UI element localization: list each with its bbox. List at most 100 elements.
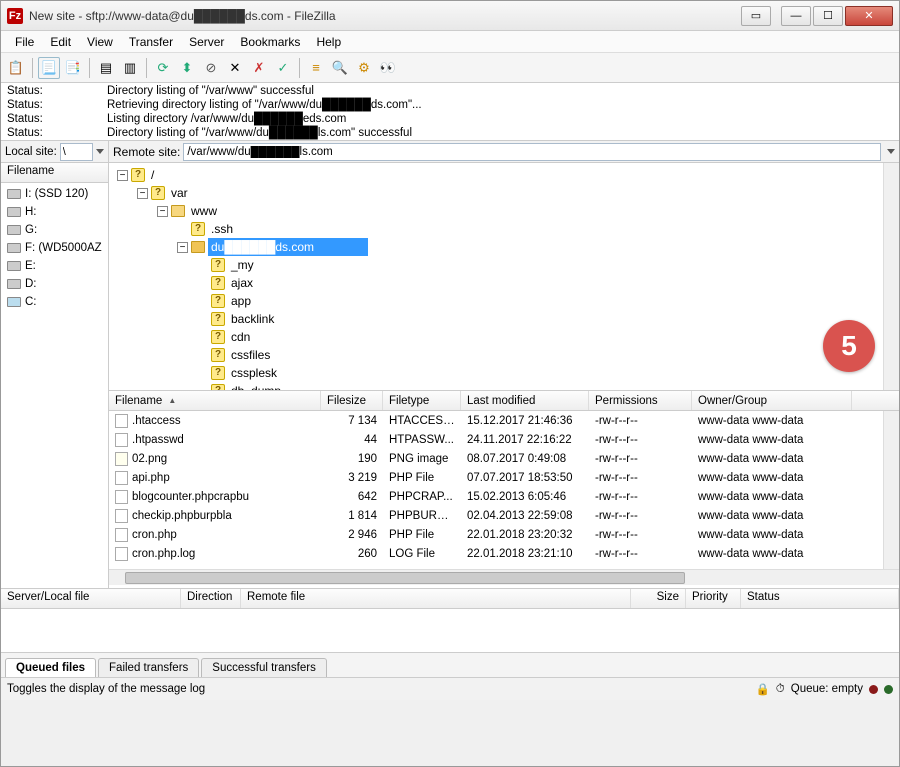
menu-edit[interactable]: Edit: [42, 33, 79, 51]
tree-collapse-icon[interactable]: −: [117, 170, 128, 181]
filelist-scrollbar[interactable]: [883, 411, 899, 572]
app-icon: Fz: [7, 8, 23, 24]
tree-node[interactable]: app: [228, 292, 254, 310]
status-label: Status:: [7, 112, 107, 126]
cancel-icon[interactable]: ⊘: [200, 57, 222, 79]
action-icon[interactable]: ✓: [272, 57, 294, 79]
file-permissions: -rw-r--r--: [589, 510, 692, 522]
menu-view[interactable]: View: [79, 33, 121, 51]
tree-node[interactable]: cssplesk: [228, 364, 280, 382]
dropdown-icon[interactable]: [96, 149, 104, 154]
tree-node[interactable]: cdn: [228, 328, 253, 346]
status-label: Status:: [7, 84, 107, 98]
tab-failed[interactable]: Failed transfers: [98, 658, 199, 677]
file-name: .htpasswd: [132, 434, 184, 446]
menu-help[interactable]: Help: [308, 33, 349, 51]
col-direction[interactable]: Direction: [181, 589, 241, 608]
menu-transfer[interactable]: Transfer: [121, 33, 181, 51]
tab-successful[interactable]: Successful transfers: [201, 658, 327, 677]
tree-node[interactable]: db_dump: [228, 382, 284, 391]
tree-node[interactable]: backlink: [228, 310, 277, 328]
file-owner: www-data www-data: [692, 491, 852, 503]
col-server-localfile[interactable]: Server/Local file: [1, 589, 181, 608]
filter-icon[interactable]: ≡: [305, 57, 327, 79]
toggle-log-icon[interactable]: 📃: [38, 57, 60, 79]
toggle-split-icon[interactable]: ▥: [119, 57, 141, 79]
file-row[interactable]: .htaccess7 134HTACCESS...15.12.2017 21:4…: [109, 411, 899, 430]
tree-node[interactable]: cssfiles: [228, 346, 273, 364]
process-queue-icon[interactable]: ⬍: [176, 57, 198, 79]
log-line: Retrieving directory listing of "/var/ww…: [107, 98, 422, 112]
drive-item[interactable]: G:: [1, 221, 108, 239]
col-modified[interactable]: Last modified: [461, 391, 589, 410]
local-path-input[interactable]: [60, 143, 93, 161]
menu-bookmarks[interactable]: Bookmarks: [232, 33, 308, 51]
drive-item[interactable]: I: (SSD 120): [1, 185, 108, 203]
col-permissions[interactable]: Permissions: [589, 391, 692, 410]
statusbar-text: Toggles the display of the message log: [7, 683, 205, 695]
tree-node[interactable]: www: [188, 202, 220, 220]
window-minimize-button[interactable]: —: [781, 6, 811, 26]
file-name: cron.php: [132, 529, 177, 541]
toggle-tree-icon[interactable]: 📑: [62, 57, 84, 79]
tree-node[interactable]: .ssh: [208, 220, 236, 238]
file-type: LOG File: [383, 548, 461, 560]
tree-collapse-icon[interactable]: −: [137, 188, 148, 199]
folder-unknown-icon: ?: [211, 312, 225, 326]
menu-server[interactable]: Server: [181, 33, 232, 51]
col-filetype[interactable]: Filetype: [383, 391, 461, 410]
binoculars-icon[interactable]: 👀: [377, 57, 399, 79]
local-column-header[interactable]: Filename: [1, 163, 108, 183]
tree-scrollbar[interactable]: [883, 163, 899, 390]
file-row[interactable]: cron.php.log260LOG File22.01.2018 23:21:…: [109, 544, 899, 563]
drive-item[interactable]: H:: [1, 203, 108, 221]
col-size[interactable]: Size: [631, 589, 686, 608]
tree-node[interactable]: _my: [228, 256, 257, 274]
tree-node-selected[interactable]: du██████ds.com: [208, 238, 368, 256]
dropdown-icon[interactable]: [887, 149, 895, 154]
file-row[interactable]: .htpasswd44HTPASSW...24.11.2017 22:16:22…: [109, 430, 899, 449]
remote-path-input[interactable]: [183, 143, 881, 161]
filelist-hscroll[interactable]: [109, 569, 899, 585]
compare-icon[interactable]: ⚙: [353, 57, 375, 79]
file-modified: 15.02.2013 6:05:46: [461, 491, 589, 503]
window-maximize-button[interactable]: ☐: [813, 6, 843, 26]
drive-item[interactable]: E:: [1, 257, 108, 275]
tree-collapse-icon[interactable]: −: [157, 206, 168, 217]
file-row[interactable]: api.php3 219PHP File07.07.2017 18:53:50-…: [109, 468, 899, 487]
col-filesize[interactable]: Filesize: [321, 391, 383, 410]
drive-item[interactable]: C:: [1, 293, 108, 311]
reconnect-icon[interactable]: ✗: [248, 57, 270, 79]
site-manager-icon[interactable]: 📋: [5, 57, 27, 79]
col-owner[interactable]: Owner/Group: [692, 391, 852, 410]
file-row[interactable]: 02.png190PNG image08.07.2017 0:49:08-rw-…: [109, 449, 899, 468]
file-name: api.php: [132, 472, 170, 484]
col-priority[interactable]: Priority: [686, 589, 741, 608]
window-close-button[interactable]: ✕: [845, 6, 893, 26]
remote-tree[interactable]: −?/ −?var −www ?.ssh −du██████ds.com ?_m…: [109, 163, 899, 391]
file-owner: www-data www-data: [692, 415, 852, 427]
window-popout-button[interactable]: ▭: [741, 6, 771, 26]
disconnect-icon[interactable]: ✕: [224, 57, 246, 79]
tree-collapse-icon[interactable]: −: [177, 242, 188, 253]
drive-item[interactable]: D:: [1, 275, 108, 293]
remote-pane: Remote site: −?/ −?var −www ?.ssh −du███…: [109, 141, 899, 588]
file-row[interactable]: checkip.phpburpbla1 814PHPBURPB...02.04.…: [109, 506, 899, 525]
col-status[interactable]: Status: [741, 589, 899, 608]
drive-item[interactable]: F: (WD5000AZ: [1, 239, 108, 257]
tree-node[interactable]: var: [168, 184, 191, 202]
window-title: New site - sftp://www-data@du██████ds.co…: [29, 9, 739, 23]
file-row[interactable]: blogcounter.phpcrapbu642PHPCRAP...15.02.…: [109, 487, 899, 506]
menu-file[interactable]: File: [7, 33, 42, 51]
refresh-icon[interactable]: ⟳: [152, 57, 174, 79]
tree-node[interactable]: /: [148, 166, 157, 184]
folder-unknown-icon: ?: [211, 366, 225, 380]
col-filename[interactable]: Filename▲: [109, 391, 321, 410]
file-row[interactable]: cron.php2 946PHP File22.01.2018 23:20:32…: [109, 525, 899, 544]
col-remotefile[interactable]: Remote file: [241, 589, 631, 608]
tree-node[interactable]: ajax: [228, 274, 256, 292]
toggle-queue-icon[interactable]: ▤: [95, 57, 117, 79]
search-icon[interactable]: 🔍: [329, 57, 351, 79]
remote-filelist: Filename▲ Filesize Filetype Last modifie…: [109, 391, 899, 588]
tab-queued[interactable]: Queued files: [5, 658, 96, 677]
